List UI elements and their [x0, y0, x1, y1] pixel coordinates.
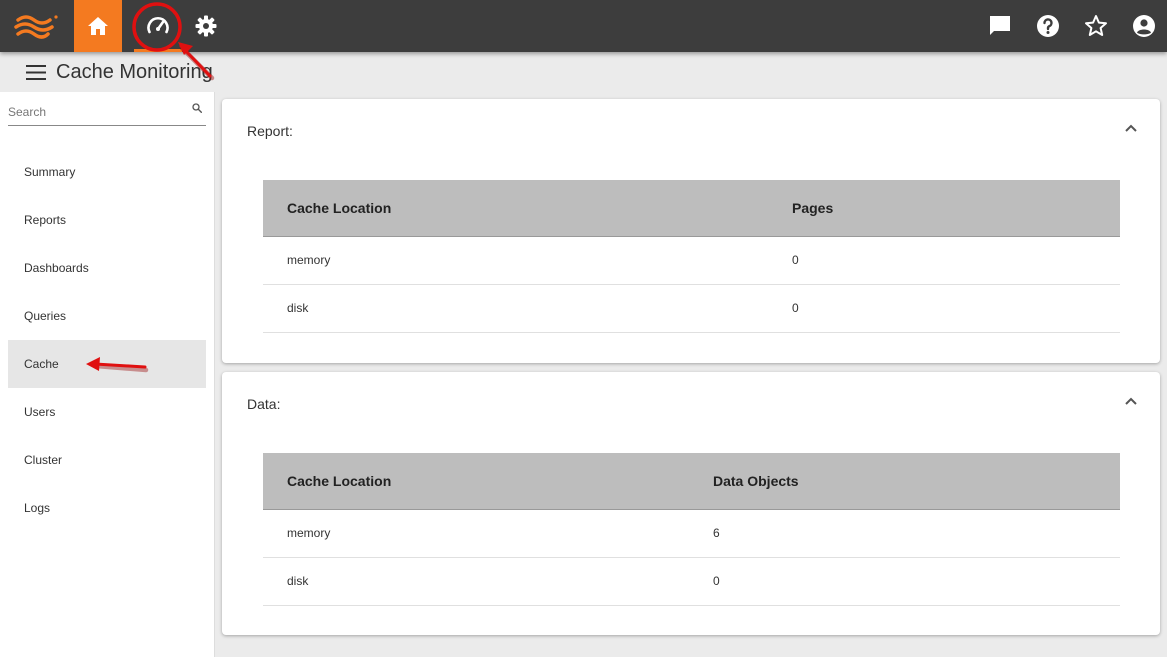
sidebar-item-queries[interactable]: Queries [8, 292, 206, 340]
search-input[interactable] [8, 105, 183, 119]
panel-title: Report: [247, 123, 293, 139]
sidebar: Summary Reports Dashboards Queries Cache… [0, 92, 215, 657]
pages-cell: 0 [792, 236, 1120, 285]
chevron-up-icon[interactable] [1124, 396, 1138, 406]
panel-title: Data: [247, 396, 281, 412]
search-box [8, 100, 206, 126]
data-objects-cell: 6 [713, 509, 1120, 558]
data-cache-table: Cache Location Data Objects memory 6 dis… [263, 453, 1120, 606]
home-icon [88, 17, 108, 35]
top-app-bar [0, 0, 1167, 52]
sidebar-item-dashboards[interactable]: Dashboards [8, 244, 206, 292]
sidebar-item-users[interactable]: Users [8, 388, 206, 436]
sidebar-item-cluster[interactable]: Cluster [8, 436, 206, 484]
star-icon[interactable] [1084, 14, 1108, 38]
cache-location-cell: memory [263, 509, 713, 558]
sidebar-nav: Summary Reports Dashboards Queries Cache… [8, 148, 206, 532]
sidebar-item-reports[interactable]: Reports [8, 196, 206, 244]
gear-icon [195, 15, 217, 37]
page-header: Cache Monitoring [0, 52, 1167, 92]
cache-location-cell: disk [263, 557, 713, 606]
cache-location-cell: memory [263, 236, 792, 285]
table-row: memory 0 [263, 236, 1120, 285]
pages-cell: 0 [792, 284, 1120, 333]
column-header: Data Objects [713, 453, 1120, 510]
table-row: disk 0 [263, 284, 1120, 333]
home-nav-button[interactable] [74, 0, 122, 52]
report-cache-table: Cache Location Pages memory 0 disk 0 [263, 180, 1120, 333]
settings-nav-button[interactable] [182, 0, 230, 52]
table-row: disk 0 [263, 557, 1120, 606]
column-header: Cache Location [263, 453, 713, 510]
account-icon[interactable] [1132, 14, 1156, 38]
data-objects-cell: 0 [713, 557, 1120, 606]
sidebar-item-cache[interactable]: Cache [8, 340, 206, 388]
speedometer-icon [147, 16, 169, 34]
page-title: Cache Monitoring [56, 61, 213, 83]
chevron-up-icon[interactable] [1124, 123, 1138, 133]
help-icon[interactable] [1036, 14, 1060, 38]
sidebar-item-summary[interactable]: Summary [8, 148, 206, 196]
monitoring-nav-button[interactable] [134, 0, 182, 52]
column-header: Pages [792, 180, 1120, 237]
waves-logo-icon[interactable] [14, 12, 60, 40]
report-cache-panel: Report: Cache Location Pages memory 0 di… [222, 99, 1160, 363]
cache-location-cell: disk [263, 284, 792, 333]
menu-icon[interactable] [26, 65, 46, 80]
sidebar-item-logs[interactable]: Logs [8, 484, 206, 532]
data-cache-panel: Data: Cache Location Data Objects memory… [222, 372, 1160, 635]
table-header-row: Cache Location Data Objects [263, 453, 1120, 510]
table-row: memory 6 [263, 509, 1120, 558]
search-icon[interactable] [192, 103, 202, 113]
column-header: Cache Location [263, 180, 792, 237]
chat-icon[interactable] [988, 14, 1012, 38]
table-header-row: Cache Location Pages [263, 180, 1120, 237]
